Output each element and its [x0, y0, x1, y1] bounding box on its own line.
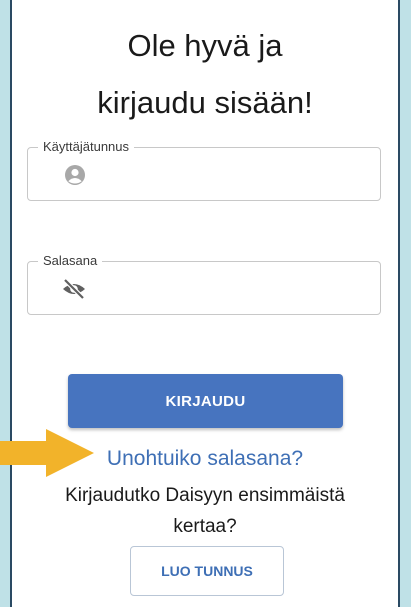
title-line-2: kirjaudu sisään! [97, 85, 313, 120]
password-label: Salasana [38, 253, 103, 269]
first-time-text: Kirjaudutko Daisyyn ensimmäistä kertaa? [12, 480, 398, 542]
title-line-1: Ole hyvä ja [127, 28, 283, 63]
first-time-label: Kirjaudutko Daisyyn ensimmäistä kertaa? [65, 485, 345, 537]
login-card: Ole hyvä ja kirjaudu sisään! Käyttäjätun… [10, 0, 400, 607]
password-field[interactable]: Salasana [27, 253, 381, 315]
create-account-button[interactable]: LUO TUNNUS [130, 546, 284, 596]
user-icon [65, 165, 85, 185]
eye-slash-icon[interactable] [61, 278, 87, 300]
username-label: Käyttäjätunnus [38, 139, 135, 155]
arrow-icon [0, 429, 94, 477]
login-button[interactable]: KIRJAUDU [68, 374, 343, 428]
username-field[interactable]: Käyttäjätunnus [27, 139, 381, 201]
